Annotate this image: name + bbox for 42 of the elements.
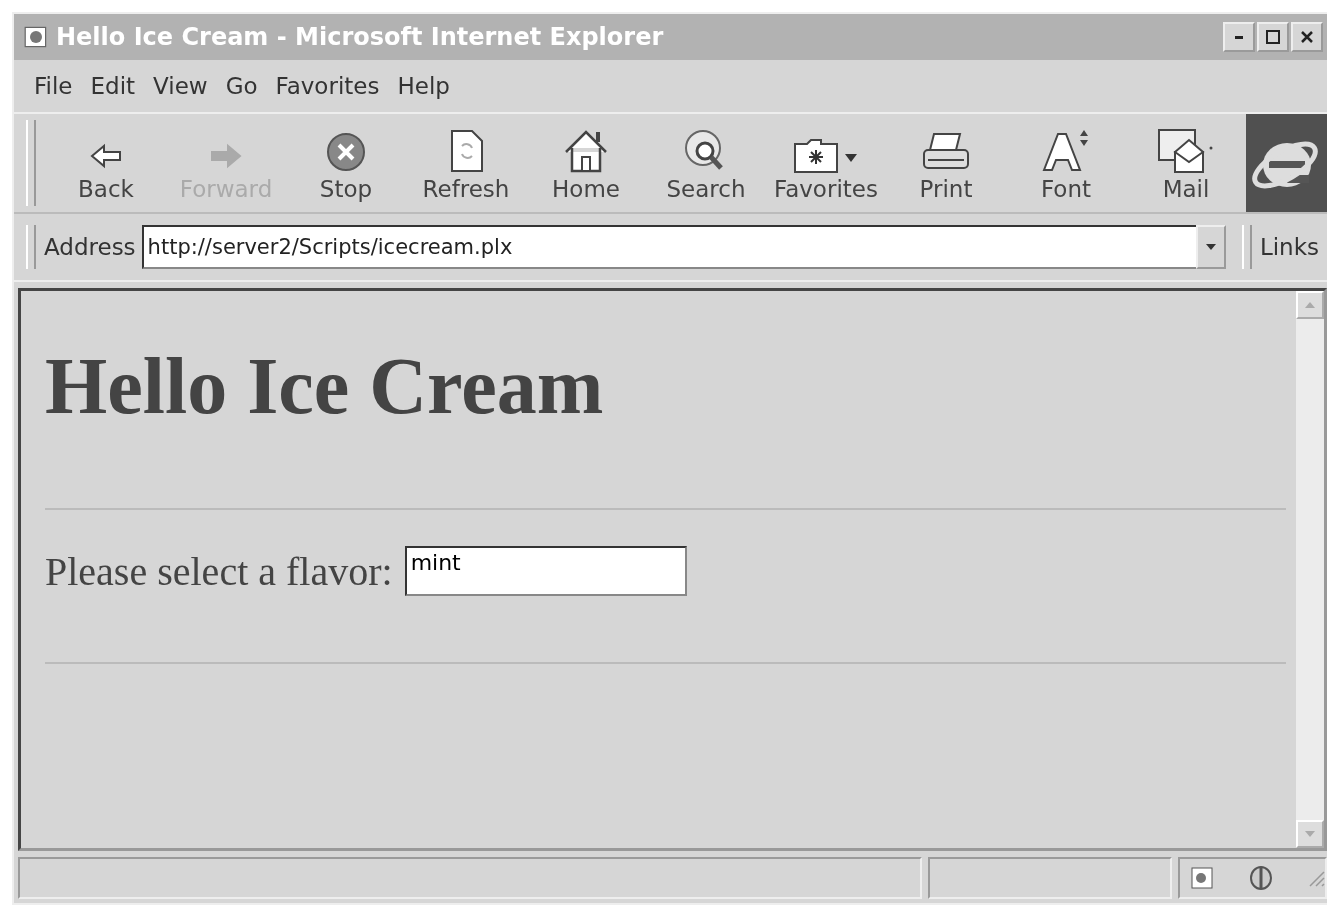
toolbar-button[interactable]: Home: [526, 114, 646, 212]
stop-icon: [326, 130, 366, 174]
caret-icon: [1205, 244, 1216, 250]
down-arrow-icon: [1305, 831, 1315, 837]
dropdown-button[interactable]: [1195, 225, 1226, 269]
minimize-button[interactable]: [1223, 22, 1255, 52]
toolbar-button[interactable]: Back: [46, 114, 166, 212]
toolbar-button[interactable]: Mail: [1126, 114, 1246, 212]
toolbar-grip[interactable]: [26, 120, 36, 206]
toolbar-button[interactable]: Search: [646, 114, 766, 212]
window-title: Hello Ice Cream - Microsoft Internet Explorer: [56, 23, 665, 51]
up-arrow-icon: [1305, 302, 1315, 308]
menu-item[interactable]: Help: [395, 73, 452, 99]
toolbar-grip[interactable]: [26, 225, 36, 269]
toolbar-button[interactable]: Print: [886, 114, 1006, 212]
address-label: Address: [44, 234, 136, 260]
toolbar-button[interactable]: Refresh: [406, 114, 526, 212]
flavor-prompt: Please select a flavor:: [45, 547, 393, 595]
maximize-icon: [1265, 29, 1281, 45]
page-icon: [1190, 866, 1214, 890]
page-heading: Hello Ice Cream: [45, 341, 605, 432]
toolbar-grip[interactable]: [1241, 225, 1252, 269]
menu-item[interactable]: Edit: [88, 73, 138, 99]
address-field[interactable]: http://server2/Scripts/icecream.plx: [141, 225, 1196, 269]
maximize-button[interactable]: [1257, 22, 1289, 52]
menu-item[interactable]: View: [151, 73, 210, 99]
minimize-icon: [1235, 35, 1243, 39]
menu-item[interactable]: Favorites: [273, 73, 382, 99]
vertical-scrollbar[interactable]: [1296, 291, 1324, 848]
scroll-down-button[interactable]: [1296, 820, 1324, 848]
scroll-up-button[interactable]: [1296, 291, 1324, 319]
links-button[interactable]: Links: [1259, 234, 1327, 260]
menu-item[interactable]: Go: [223, 73, 260, 99]
flavor-field[interactable]: mint: [404, 546, 687, 596]
toolbar-button[interactable]: Favorites: [766, 114, 886, 212]
close-icon: [1299, 29, 1315, 45]
resize-grip-icon: [1307, 869, 1325, 887]
toolbar-button[interactable]: Font: [1006, 114, 1126, 212]
menu-item[interactable]: File: [32, 73, 75, 99]
app-icon: [24, 25, 48, 49]
close-button[interactable]: [1291, 22, 1323, 52]
toolbar-button[interactable]: Stop: [286, 114, 406, 212]
